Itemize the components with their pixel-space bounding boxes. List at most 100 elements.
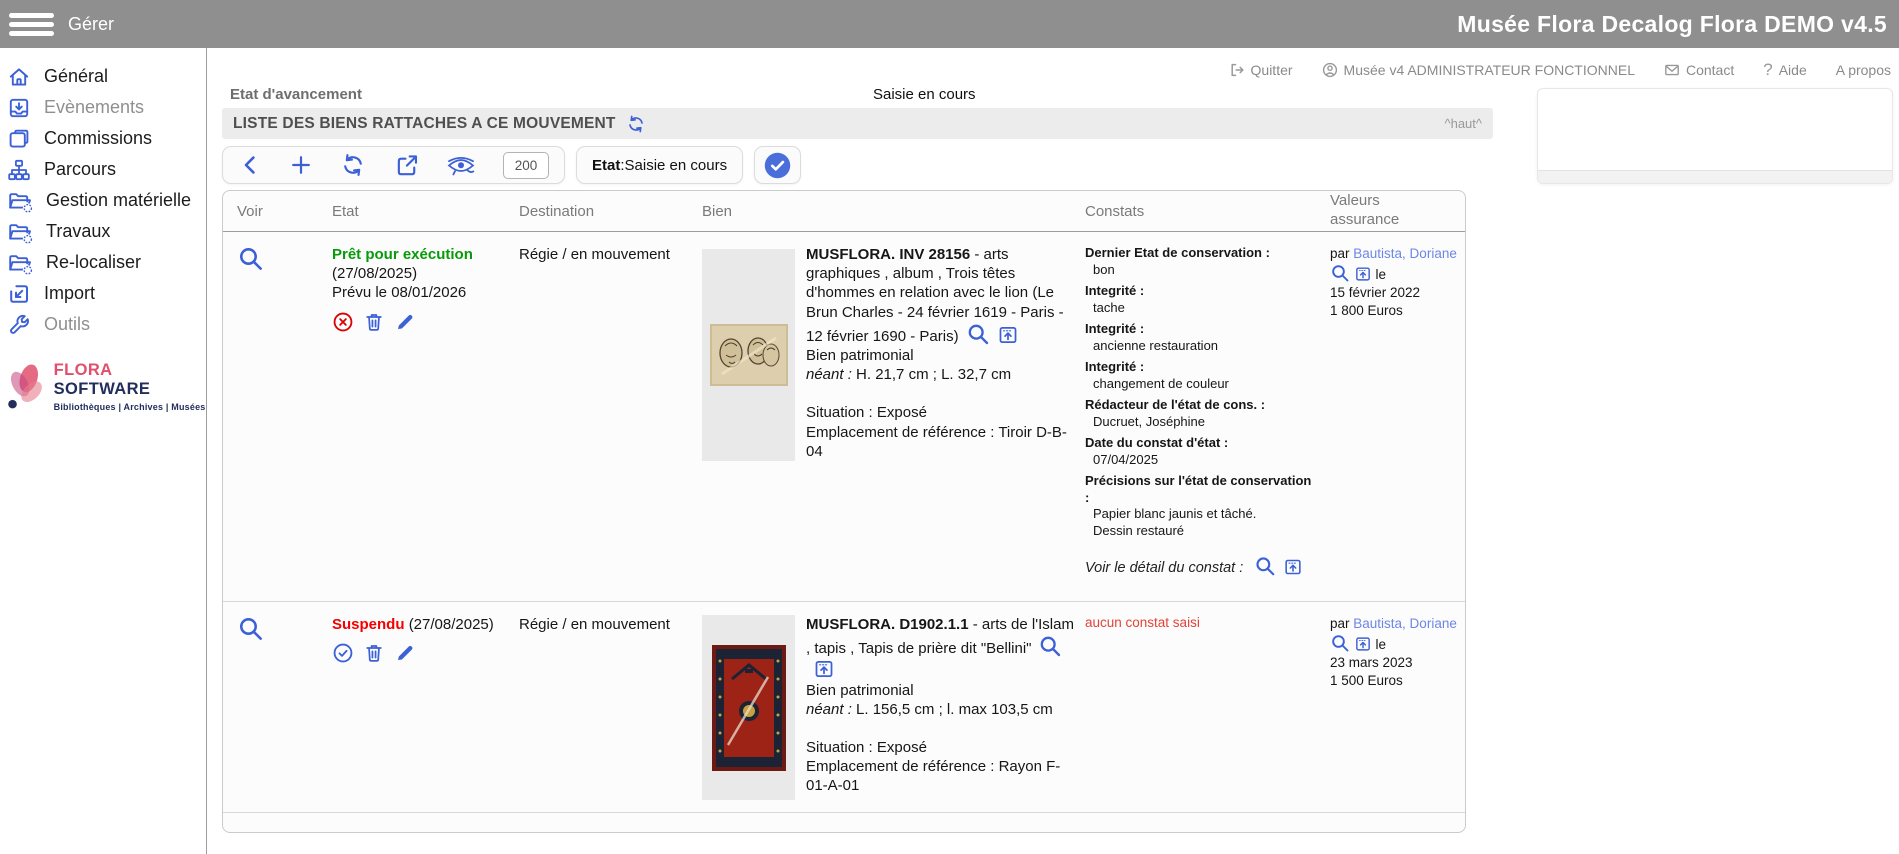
search-icon[interactable] (237, 615, 264, 642)
col-header-constats: Constats (1076, 203, 1321, 220)
search-icon[interactable] (1330, 633, 1350, 653)
top-anchor-link[interactable]: ^haut^ (1444, 116, 1482, 131)
toolbar: Etat : Saisie en cours (222, 146, 801, 184)
header-links: Quitter Musée v4 ADMINISTRATEUR FONCTION… (1229, 60, 1891, 80)
artwork-thumbnail[interactable] (702, 249, 795, 461)
valeur-amount: 1 500 Euros (1330, 672, 1457, 690)
valeur-amount: 1 800 Euros (1330, 302, 1457, 320)
constats-cell: Dernier Etat de conservation :bon Integr… (1076, 232, 1321, 601)
refresh-icon[interactable] (626, 114, 646, 134)
etat-avancement-label: Etat d'avancement (230, 86, 362, 103)
filter-etat-chip[interactable]: Etat : Saisie en cours (576, 146, 743, 184)
apply-filter-button[interactable] (754, 146, 801, 184)
result-count-input[interactable] (503, 152, 549, 179)
col-header-destination: Destination (510, 203, 693, 220)
list-header-bar: LISTE DES BIENS RATTACHES A CE MOUVEMENT… (222, 108, 1493, 139)
status-date: (27/08/2025) (332, 264, 502, 283)
dimension-value: L. 156,5 cm ; l. max 103,5 cm (852, 701, 1053, 718)
app-title: Musée Flora Decalog Flora DEMO v4.5 (1457, 11, 1887, 38)
sidebar-item-general[interactable]: Général (0, 61, 206, 92)
search-icon[interactable] (1330, 263, 1350, 283)
sidebar-item-evenements[interactable]: Evènements (0, 92, 206, 123)
table-header: Voir Etat Destination Bien Constats Vale… (223, 191, 1465, 232)
edit-icon[interactable] (394, 642, 416, 664)
cancel-icon[interactable] (332, 311, 354, 333)
open-record-icon[interactable] (1354, 265, 1372, 283)
delete-icon[interactable] (363, 311, 385, 333)
sidebar-item-import[interactable]: Import (0, 278, 206, 309)
search-icon[interactable] (1254, 555, 1276, 577)
open-record-icon[interactable] (997, 324, 1019, 346)
sidebar-item-gestion-materielle[interactable]: Gestion matérielle (0, 185, 206, 216)
open-record-icon[interactable] (813, 658, 835, 680)
folder-globe-icon (7, 250, 33, 276)
folders-icon (7, 127, 31, 151)
confirm-check-icon (764, 152, 791, 179)
search-icon[interactable] (237, 245, 264, 272)
open-record-icon[interactable] (1354, 635, 1372, 653)
sidebar: Général Evènements Commissions Parcours … (0, 48, 207, 854)
etat-cell: Prêt pour exécution (27/08/2025) Prévu l… (323, 232, 510, 601)
search-icon[interactable] (966, 322, 990, 346)
eye-icon[interactable] (446, 154, 476, 176)
sitemap-icon (7, 158, 31, 182)
dimension-value: H. 21,7 cm ; L. 32,7 cm (852, 366, 1011, 383)
contact-link[interactable]: Contact (1664, 62, 1734, 78)
sidebar-item-relocaliser[interactable]: Re-localiser (0, 247, 206, 278)
sidebar-item-travaux[interactable]: Travaux (0, 216, 206, 247)
dimension-label: néant : (806, 366, 852, 383)
sidebar-nav: Général Evènements Commissions Parcours … (0, 48, 206, 340)
collapsed-side-panel (1537, 88, 1893, 184)
status-badge: Suspendu (332, 616, 405, 633)
open-record-icon[interactable] (1283, 557, 1303, 577)
flora-tagline: Bibliothèques | Archives | Musées (54, 402, 206, 412)
sync-icon[interactable] (340, 152, 366, 178)
user-account-link[interactable]: Musée v4 ADMINISTRATEUR FONCTIONNEL (1322, 62, 1635, 78)
apropos-link[interactable]: A propos (1836, 62, 1891, 78)
edit-icon[interactable] (394, 311, 416, 333)
bien-situation: Situation : Exposé (806, 403, 1074, 422)
bien-type: Bien patrimonial (806, 681, 1074, 700)
menu-label: Gérer (68, 14, 114, 35)
dimension-label: néant : (806, 701, 852, 718)
etat-cell: Suspendu (27/08/2025) (323, 602, 510, 812)
validate-icon[interactable] (332, 642, 354, 664)
constat-detail-label: Voir le détail du constat : (1085, 560, 1243, 576)
artwork-thumbnail[interactable] (702, 615, 795, 800)
flora-brand: FLORA SOFTWARE (54, 361, 206, 399)
export-icon[interactable] (393, 152, 419, 178)
search-icon[interactable] (1038, 634, 1062, 658)
constats-cell: aucun constat saisi (1076, 602, 1321, 812)
voir-cell (223, 232, 323, 601)
no-constat-warning: aucun constat saisi (1085, 615, 1200, 630)
delete-icon[interactable] (363, 642, 385, 664)
valeur-assurance-cell: par Bautista, Doriane le 23 mars 2023 1 … (1321, 602, 1465, 812)
quitter-link[interactable]: Quitter (1229, 62, 1293, 78)
page: Gérer Musée Flora Decalog Flora DEMO v4.… (0, 0, 1899, 854)
col-header-valeurs: Valeurs assurance (1321, 192, 1416, 230)
bien-reference: MUSFLORA. INV 28156 (806, 246, 970, 263)
table-row: Prêt pour exécution (27/08/2025) Prévu l… (223, 232, 1465, 602)
aide-link[interactable]: ?Aide (1763, 60, 1807, 80)
folder-globe-icon (7, 188, 33, 214)
chevron-left-icon[interactable] (238, 153, 262, 177)
sidebar-item-outils[interactable]: Outils (0, 309, 206, 340)
flora-logo-icon (3, 360, 51, 412)
status-planned-date: Prévu le 08/01/2026 (332, 283, 502, 302)
plus-icon[interactable] (289, 153, 313, 177)
panel-footer-strip (1538, 170, 1892, 183)
sidebar-item-commissions[interactable]: Commissions (0, 123, 206, 154)
user-icon (1322, 62, 1338, 78)
valeur-date: 15 février 2022 (1330, 284, 1457, 302)
person-link[interactable]: Bautista, Doriane (1353, 616, 1457, 631)
valeur-assurance-cell: par Bautista, Doriane le 15 février 2022… (1321, 232, 1465, 601)
person-link[interactable]: Bautista, Doriane (1353, 246, 1457, 261)
main-content: Quitter Musée v4 ADMINISTRATEUR FONCTION… (207, 48, 1899, 854)
bien-cell: MUSFLORA. INV 28156 - arts graphiques , … (693, 232, 1076, 601)
menu-icon[interactable] (9, 9, 54, 40)
folder-globe-icon (7, 219, 33, 245)
sidebar-item-parcours[interactable]: Parcours (0, 154, 206, 185)
bien-type: Bien patrimonial (806, 346, 1074, 365)
bien-reference: MUSFLORA. D1902.1.1 (806, 616, 969, 633)
destination-cell: Régie / en mouvement (510, 232, 693, 601)
